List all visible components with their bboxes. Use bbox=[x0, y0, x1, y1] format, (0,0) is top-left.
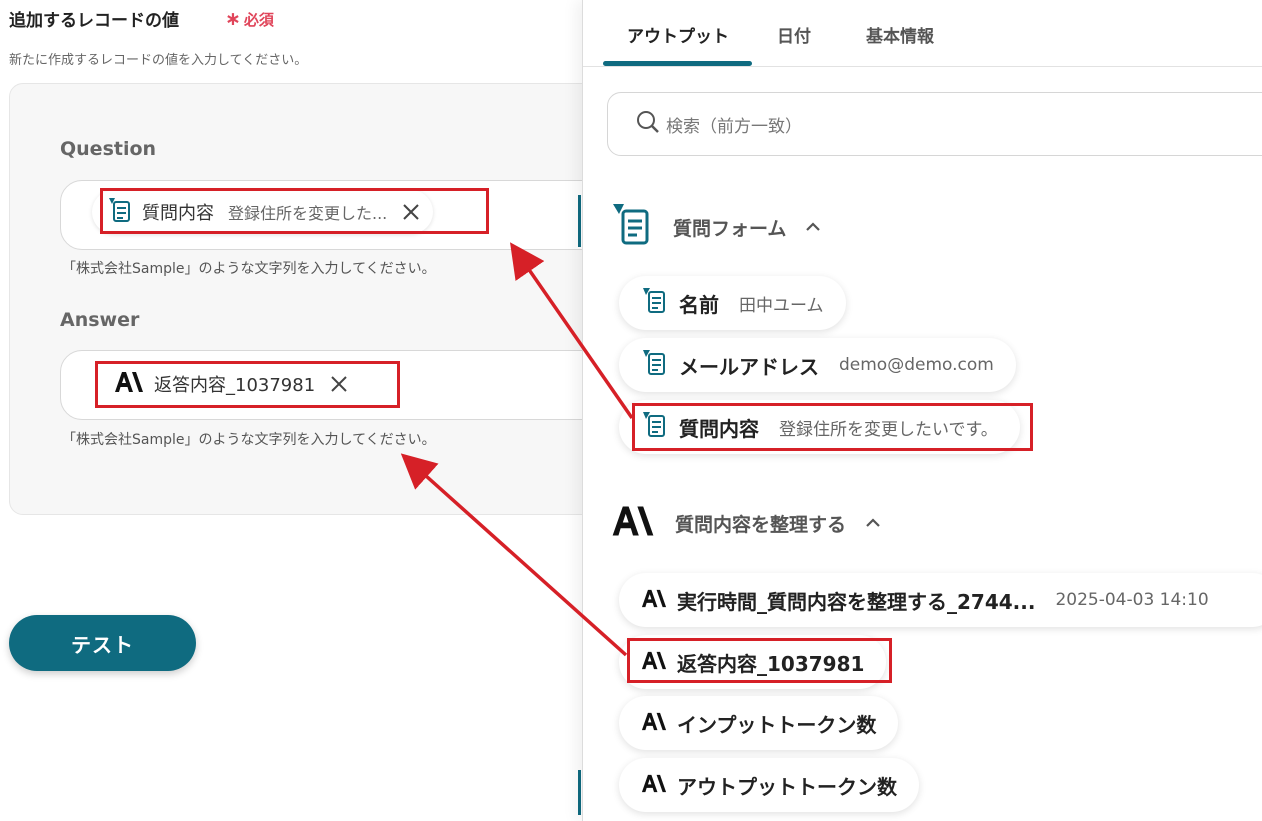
search-placeholder: 検索（前方一致） bbox=[666, 116, 802, 137]
group-organize-question[interactable]: 質問内容を整理する bbox=[611, 505, 882, 541]
scroll-marker bbox=[578, 770, 581, 815]
tab-bar: アウトプット 日付 基本情報 bbox=[583, 0, 1262, 67]
active-tab-indicator bbox=[603, 61, 752, 66]
highlight-box bbox=[632, 403, 1033, 451]
anthropic-icon bbox=[641, 774, 667, 797]
form-icon bbox=[641, 287, 667, 319]
item-name: 実行時間_質問内容を整理する_2744... bbox=[677, 589, 1036, 614]
highlight-box bbox=[627, 638, 892, 683]
chevron-up-icon[interactable] bbox=[804, 218, 822, 236]
list-item[interactable]: インプットトークン数 bbox=[619, 696, 899, 750]
tab-output[interactable]: アウトプット bbox=[627, 22, 729, 47]
anthropic-icon bbox=[611, 505, 655, 541]
group-title: 質問フォーム bbox=[673, 217, 787, 240]
item-value: 田中ユーム bbox=[739, 295, 824, 316]
search-icon bbox=[636, 110, 660, 138]
required-badge: ∗ 必須 bbox=[225, 8, 274, 30]
highlight-box bbox=[100, 188, 489, 234]
group-title: 質問内容を整理する bbox=[675, 513, 847, 536]
question-hint: 「株式会社Sample」のような文字列を入力してください。 bbox=[62, 261, 436, 277]
item-name: メールアドレス bbox=[679, 354, 819, 379]
list-item[interactable]: 実行時間_質問内容を整理する_2744... 2025-04-03 14:10 bbox=[619, 573, 1262, 627]
tab-basic-info[interactable]: 基本情報 bbox=[866, 22, 934, 47]
record-form: 追加するレコードの値 ∗ 必須 新たに作成するレコードの値を入力してください。 Q… bbox=[0, 0, 640, 821]
question-label: Question bbox=[60, 138, 157, 160]
list-item[interactable]: 名前 田中ユーム bbox=[619, 276, 846, 330]
tab-date[interactable]: 日付 bbox=[777, 22, 811, 47]
scroll-marker bbox=[578, 195, 581, 247]
section-description: 新たに作成するレコードの値を入力してください。 bbox=[9, 53, 308, 68]
item-name: インプットトークン数 bbox=[677, 712, 877, 737]
search-input[interactable]: 検索（前方一致） bbox=[607, 92, 1262, 156]
test-button[interactable]: テスト bbox=[9, 615, 196, 671]
list-item[interactable]: メールアドレス demo@demo.com bbox=[619, 338, 1016, 392]
item-value: demo@demo.com bbox=[839, 355, 994, 375]
answer-label: Answer bbox=[60, 309, 140, 331]
list-item[interactable]: アウトプットトークン数 bbox=[619, 758, 919, 812]
item-name: 名前 bbox=[679, 292, 719, 317]
chevron-up-icon[interactable] bbox=[864, 514, 882, 532]
item-name: アウトプットトークン数 bbox=[677, 774, 897, 799]
answer-hint: 「株式会社Sample」のような文字列を入力してください。 bbox=[62, 432, 436, 448]
anthropic-icon bbox=[641, 712, 667, 735]
form-icon bbox=[611, 203, 651, 251]
section-title: 追加するレコードの値 bbox=[9, 11, 179, 31]
form-icon bbox=[641, 349, 667, 381]
group-question-form[interactable]: 質問フォーム bbox=[611, 203, 822, 251]
anthropic-icon bbox=[641, 589, 667, 612]
highlight-box bbox=[95, 361, 400, 408]
item-value: 2025-04-03 14:10 bbox=[1055, 590, 1209, 610]
